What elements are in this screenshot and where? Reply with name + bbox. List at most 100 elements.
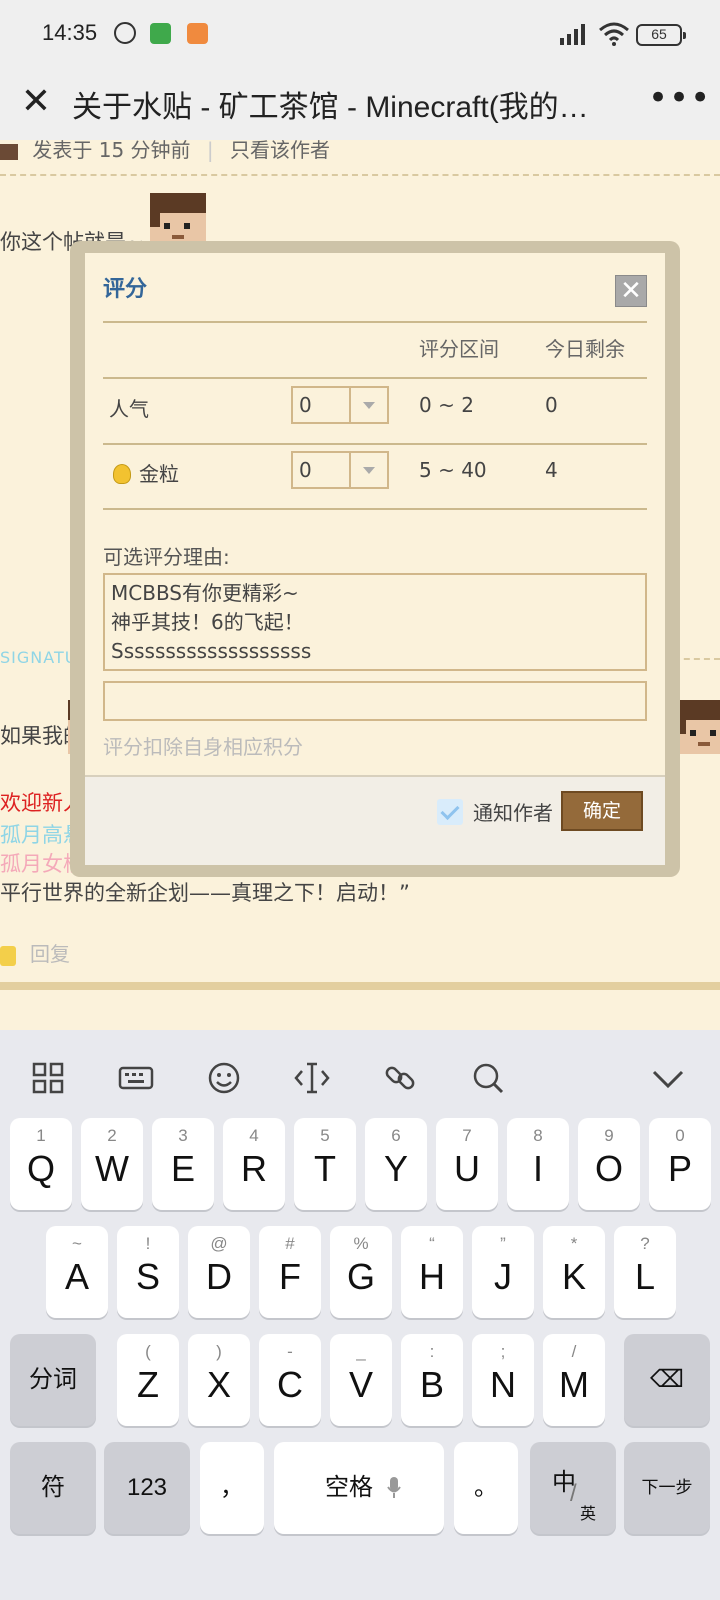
app-notification-icon	[150, 23, 171, 44]
close-dialog-button[interactable]: ✕	[615, 275, 647, 307]
divider	[0, 174, 720, 176]
chevron-down-icon[interactable]	[349, 388, 387, 422]
gold-nugget-icon	[113, 464, 131, 484]
divider	[103, 377, 647, 379]
numbers-key[interactable]: 123	[104, 1442, 190, 1534]
popularity-score-select[interactable]: 0	[291, 386, 389, 424]
key-j[interactable]: ” J	[472, 1226, 534, 1318]
key-q[interactable]: 1Q	[10, 1118, 72, 1210]
status-bar: 14:35 65	[0, 0, 720, 68]
reason-option[interactable]: 神乎其技！6的飞起！	[111, 608, 639, 637]
gold-label: 金粒	[139, 462, 179, 486]
key-m[interactable]: / M	[543, 1334, 605, 1426]
confirm-button[interactable]: 确定	[561, 791, 643, 831]
key-s[interactable]: ! S	[117, 1226, 179, 1318]
key-z[interactable]: (Z	[117, 1334, 179, 1426]
emoji-steve-icon	[676, 700, 720, 754]
only-author-link[interactable]: 只看该作者	[230, 140, 330, 162]
header-range: 评分区间	[419, 337, 499, 361]
select-value[interactable]: 0	[299, 393, 312, 417]
reply-label: 回复	[30, 942, 70, 966]
header-remaining: 今日剩余	[545, 337, 625, 361]
emoji-steve-icon	[150, 193, 206, 247]
key-n[interactable]: ; N	[472, 1334, 534, 1426]
emoji-icon[interactable]	[204, 1058, 244, 1098]
reason-option[interactable]: Sssssssssssssssssss	[111, 637, 639, 666]
reason-select-list[interactable]: MCBBS有你更精彩~ 神乎其技！6的飞起！ Sssssssssssssssss…	[103, 573, 647, 671]
key-x[interactable]: ) X	[188, 1334, 250, 1426]
app-notification-icon-2	[187, 23, 208, 44]
key-g[interactable]: % G	[330, 1226, 392, 1318]
close-button[interactable]: ✕	[18, 84, 54, 120]
rating-remaining: 4	[545, 458, 558, 482]
status-time: 14:35	[42, 20, 98, 45]
select-value[interactable]: 0	[299, 458, 312, 482]
page-title: 关于水贴 - 矿工茶馆 - Minecraft(我的…	[72, 91, 589, 124]
rating-label-popularity: 人气	[109, 397, 149, 421]
clipboard-link-icon[interactable]	[380, 1058, 420, 1098]
gold-score-select[interactable]: 0	[291, 451, 389, 489]
next-post-area	[0, 990, 720, 1030]
key-t[interactable]: 5T	[294, 1118, 356, 1210]
key-c[interactable]: -C	[259, 1334, 321, 1426]
grid-menu-icon[interactable]	[28, 1058, 68, 1098]
rating-label-gold: 金粒	[113, 458, 179, 487]
dialog-footer: 通知作者 确定	[85, 775, 665, 865]
reason-input[interactable]	[103, 681, 647, 721]
next-key[interactable]: 下一步	[624, 1442, 710, 1534]
notify-author-checkbox[interactable]	[437, 799, 463, 825]
backspace-icon: ⌫	[650, 1366, 684, 1393]
post-time: 发表于 15 分钟前	[32, 140, 191, 162]
rating-dialog: 评分 ✕ 评分区间 今日剩余 人气 0 0 ~ 2 0 金粒 0 5 ~ 40 …	[85, 253, 665, 865]
user-avatar-icon	[0, 143, 18, 160]
more-menu-button[interactable]: •••	[648, 78, 711, 118]
key-r[interactable]: 4R	[223, 1118, 285, 1210]
key-a[interactable]: ~ A	[46, 1226, 108, 1318]
deduct-note: 评分扣除自身相应积分	[103, 735, 303, 759]
key-u[interactable]: 7U	[436, 1118, 498, 1210]
key-o[interactable]: 9O	[578, 1118, 640, 1210]
lang-en-label: 英	[580, 1506, 597, 1523]
alarm-icon	[114, 22, 136, 44]
dialog-title: 评分	[103, 277, 148, 302]
key-v[interactable]: _ V	[330, 1334, 392, 1426]
key-k[interactable]: * K	[543, 1226, 605, 1318]
backspace-key[interactable]: ⌫	[624, 1334, 710, 1426]
key-h[interactable]: “H	[401, 1226, 463, 1318]
divider	[103, 508, 647, 510]
key-f[interactable]: # F	[259, 1226, 321, 1318]
period-key[interactable]: 。	[454, 1442, 518, 1534]
nav-bar: ✕ 关于水贴 - 矿工茶馆 - Minecraft(我的… •••	[0, 68, 720, 140]
key-d[interactable]: @ D	[188, 1226, 250, 1318]
rating-range: 0 ~ 2	[419, 393, 474, 417]
reply-button[interactable]: 回复	[0, 938, 70, 967]
signal-icon	[560, 24, 585, 45]
keyboard-layout-icon[interactable]	[116, 1058, 156, 1098]
segment-key[interactable]: 分词	[10, 1334, 96, 1426]
post-meta: 发表于 15 分钟前 | 只看该作者	[0, 140, 330, 163]
key-e[interactable]: 3E	[152, 1118, 214, 1210]
key-y[interactable]: 6Y	[365, 1118, 427, 1210]
key-l[interactable]: ? L	[614, 1226, 676, 1318]
reply-icon	[0, 945, 16, 966]
search-icon[interactable]	[468, 1058, 508, 1098]
divider: |	[206, 140, 214, 162]
key-i[interactable]: 8I	[507, 1118, 569, 1210]
notify-author-label[interactable]: 通知作者	[473, 797, 553, 826]
language-switch-key[interactable]: 中 / 英	[530, 1442, 616, 1534]
symbols-key[interactable]: 符	[10, 1442, 96, 1534]
microphone-icon	[387, 1477, 401, 1498]
chevron-down-icon[interactable]	[349, 453, 387, 487]
reason-option[interactable]: MCBBS有你更精彩~	[111, 579, 639, 608]
chevron-down-icon[interactable]	[648, 1058, 688, 1098]
space-key[interactable]: 空格	[274, 1442, 444, 1534]
key-w[interactable]: 2W	[81, 1118, 143, 1210]
rating-range: 5 ~ 40	[419, 458, 487, 482]
key-p[interactable]: 0P	[649, 1118, 711, 1210]
post-text: 平行世界的全新企划——真理之下！启动！”	[0, 881, 410, 905]
divider	[0, 982, 720, 990]
battery-icon: 65	[636, 24, 686, 46]
cursor-move-icon[interactable]	[292, 1058, 332, 1098]
divider	[103, 321, 647, 323]
key-b[interactable]: :B	[401, 1334, 463, 1426]
